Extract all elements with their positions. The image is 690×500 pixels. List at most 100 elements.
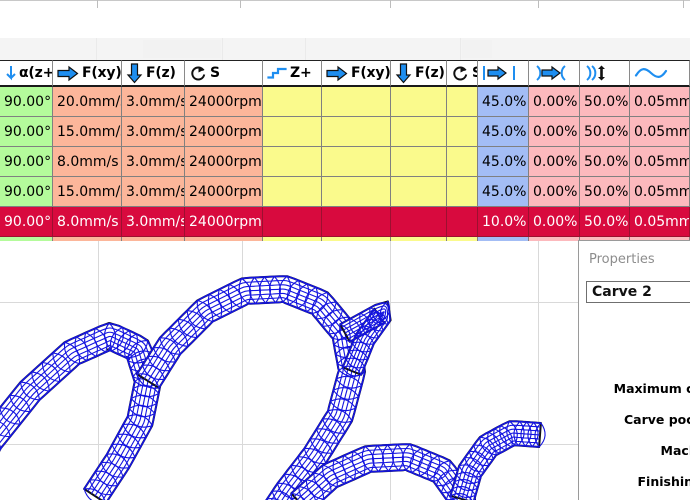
- cell-value: 50.0%: [584, 183, 629, 200]
- cell-s2[interactable]: [447, 87, 478, 117]
- cell-value: 45.0%: [482, 123, 527, 140]
- cell-fxy2[interactable]: [322, 87, 391, 117]
- cell-stepover[interactable]: 45.0%: [478, 87, 529, 117]
- cell-value: 15.0mm/s: [57, 123, 122, 140]
- cell-fz2[interactable]: [391, 117, 447, 147]
- column-header-axial[interactable]: [580, 60, 630, 87]
- property-label-2: Machi: [660, 443, 690, 458]
- cell-tol[interactable]: 0.05mm: [630, 87, 690, 117]
- application-window: α(z+)F(xy)F(z)SZ+F(xy)F(z)S 90.00°20.0mm…: [0, 0, 690, 500]
- angle-z-icon: [4, 64, 16, 82]
- column-header-stepover[interactable]: [478, 60, 529, 87]
- cell-s2[interactable]: [447, 117, 478, 147]
- operation-name-input[interactable]: Carve 2: [586, 281, 690, 303]
- cell-fxy1[interactable]: 15.0mm/s: [53, 117, 122, 147]
- cell-fz1[interactable]: 3.0mm/s: [122, 177, 185, 207]
- cell-fxy1[interactable]: 15.0mm/s: [53, 177, 122, 207]
- table-header-row[interactable]: α(z+)F(xy)F(z)SZ+F(xy)F(z)S: [0, 60, 690, 87]
- toolbar[interactable]: [0, 38, 690, 62]
- cell-zplus[interactable]: [263, 147, 322, 177]
- cell-s1[interactable]: 24000rpm: [185, 207, 263, 237]
- cell-radial[interactable]: 0.00%: [529, 207, 580, 237]
- column-header-radial[interactable]: [529, 60, 580, 87]
- cell-fz1[interactable]: 3.0mm/s: [122, 207, 185, 237]
- table-row[interactable]: 90.00° 15.0mm/s 3.0mm/s 24000rpm 45.0% 0.00% 5…: [0, 177, 690, 207]
- cell-fxy2[interactable]: [322, 117, 391, 147]
- cell-s2[interactable]: [447, 177, 478, 207]
- cell-value: 50.0%: [584, 153, 629, 170]
- table-row[interactable]: 90.00° 20.0mm/s 3.0mm/s 24000rpm 45.0% 0.00% 5…: [0, 87, 690, 117]
- cell-value: 10.0%: [482, 213, 527, 230]
- cell-s1[interactable]: 24000rpm: [185, 177, 263, 207]
- toolpath-parameter-table[interactable]: α(z+)F(xy)F(z)SZ+F(xy)F(z)S 90.00°20.0mm…: [0, 60, 690, 267]
- cell-value: 0.00%: [533, 213, 578, 230]
- cell-radial[interactable]: 0.00%: [529, 87, 580, 117]
- cell-alpha[interactable]: 90.00°: [0, 87, 53, 117]
- cell-value: 24000rpm: [189, 153, 262, 170]
- cell-tol[interactable]: 0.05mm: [630, 117, 690, 147]
- cell-radial[interactable]: 0.00%: [529, 177, 580, 207]
- property-label-0: Maximum ca: [613, 381, 690, 396]
- cell-fxy2[interactable]: [322, 147, 391, 177]
- cell-fz1[interactable]: 3.0mm/s: [122, 117, 185, 147]
- column-header-fxy2[interactable]: F(xy): [322, 60, 391, 87]
- properties-panel[interactable]: Properties Carve 2 D Maximum caCarve poc…: [578, 240, 690, 500]
- column-header-tol[interactable]: [630, 60, 690, 87]
- column-header-s1[interactable]: S: [185, 60, 263, 87]
- cell-s1[interactable]: 24000rpm: [185, 147, 263, 177]
- cell-s1[interactable]: 24000rpm: [185, 87, 263, 117]
- cell-axial[interactable]: 50.0%: [580, 207, 630, 237]
- cell-fxy2[interactable]: [322, 207, 391, 237]
- column-header-s2[interactable]: S: [447, 60, 478, 87]
- column-header-fz1[interactable]: F(z): [122, 60, 185, 87]
- cell-axial[interactable]: 50.0%: [580, 147, 630, 177]
- cell-fz1[interactable]: 3.0mm/s: [122, 147, 185, 177]
- cell-tol[interactable]: 0.05mm: [630, 147, 690, 177]
- cell-s1[interactable]: 24000rpm: [185, 117, 263, 147]
- cell-fxy1[interactable]: 8.0mm/s: [53, 207, 122, 237]
- cell-stepover[interactable]: 45.0%: [478, 147, 529, 177]
- cell-s2[interactable]: [447, 147, 478, 177]
- cell-fz1[interactable]: 3.0mm/s: [122, 87, 185, 117]
- cell-zplus[interactable]: [263, 177, 322, 207]
- column-header-fxy1[interactable]: F(xy): [53, 60, 122, 87]
- property-label-1: Carve pock: [623, 412, 690, 427]
- cell-tol[interactable]: 0.05mm: [630, 207, 690, 237]
- cell-zplus[interactable]: [263, 207, 322, 237]
- cell-tol[interactable]: 0.05mm: [630, 177, 690, 207]
- cell-fz2[interactable]: [391, 147, 447, 177]
- cell-axial[interactable]: 50.0%: [580, 117, 630, 147]
- table-row[interactable]: 90.00° 8.0mm/s 3.0mm/s 24000rpm 45.0% 0.00% 50…: [0, 147, 690, 177]
- cell-stepover[interactable]: 45.0%: [478, 117, 529, 147]
- cell-value: 0.05mm: [634, 123, 690, 140]
- cell-fz2[interactable]: [391, 207, 447, 237]
- column-header-fz2[interactable]: F(z): [391, 60, 447, 87]
- column-header-label: α(z+): [19, 65, 53, 81]
- cell-radial[interactable]: 0.00%: [529, 147, 580, 177]
- cell-fxy1[interactable]: 8.0mm/s: [53, 147, 122, 177]
- column-header-alpha[interactable]: α(z+): [0, 60, 53, 87]
- spindle-icon: [451, 64, 469, 82]
- cell-fz2[interactable]: [391, 87, 447, 117]
- cell-alpha[interactable]: 90.00°: [0, 177, 53, 207]
- cell-fz2[interactable]: [391, 177, 447, 207]
- cell-axial[interactable]: 50.0%: [580, 87, 630, 117]
- cell-alpha[interactable]: 90.00°: [0, 207, 53, 237]
- cell-value: 0.05mm: [634, 213, 690, 230]
- column-header-zplus[interactable]: Z+: [263, 60, 322, 87]
- cell-stepover[interactable]: 10.0%: [478, 207, 529, 237]
- cell-zplus[interactable]: [263, 87, 322, 117]
- cell-radial[interactable]: 0.00%: [529, 117, 580, 147]
- cell-s2[interactable]: [447, 207, 478, 237]
- cell-axial[interactable]: 50.0%: [580, 177, 630, 207]
- cell-value: 45.0%: [482, 153, 527, 170]
- table-row[interactable]: 90.00° 8.0mm/s 3.0mm/s 24000rpm 10.0% 0.00% 50…: [0, 207, 690, 237]
- cell-fxy2[interactable]: [322, 177, 391, 207]
- cell-value: 90.00°: [4, 183, 52, 200]
- cell-alpha[interactable]: 90.00°: [0, 147, 53, 177]
- cell-zplus[interactable]: [263, 117, 322, 147]
- table-row[interactable]: 90.00° 15.0mm/s 3.0mm/s 24000rpm 45.0% 0.00% 5…: [0, 117, 690, 147]
- cell-alpha[interactable]: 90.00°: [0, 117, 53, 147]
- cell-stepover[interactable]: 45.0%: [478, 177, 529, 207]
- cell-fxy1[interactable]: 20.0mm/s: [53, 87, 122, 117]
